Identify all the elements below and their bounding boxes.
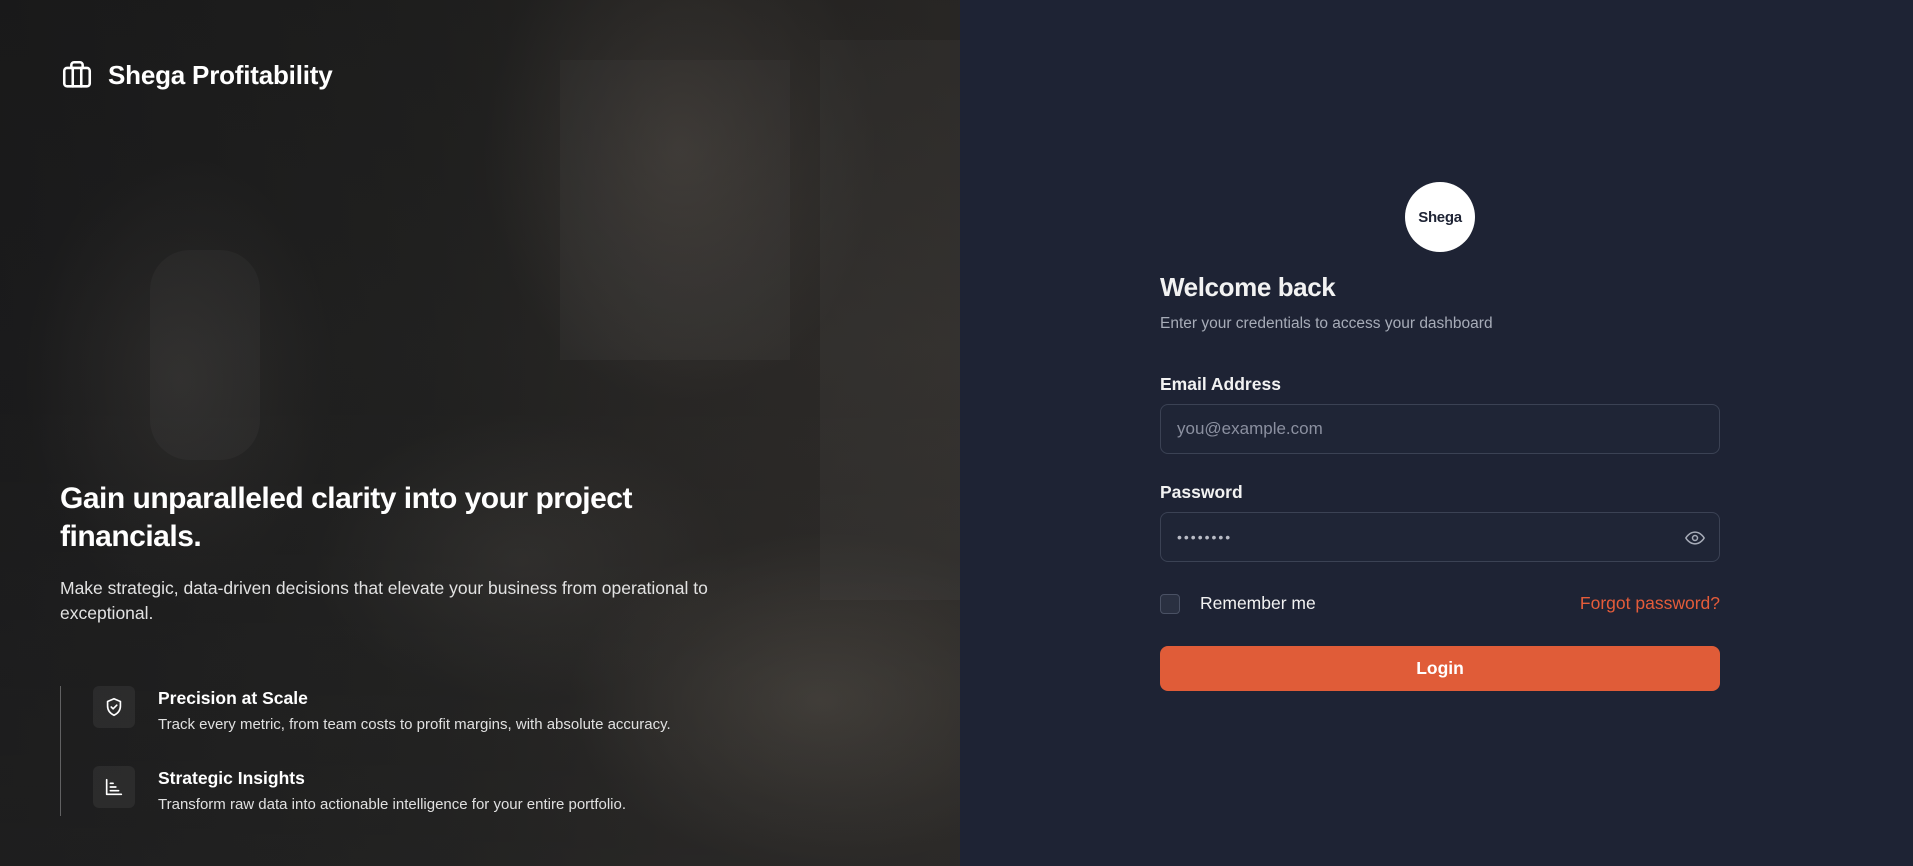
login-button[interactable]: Login xyxy=(1160,646,1720,691)
hero-subtitle: Make strategic, data-driven decisions th… xyxy=(60,578,708,623)
feature-icon-box xyxy=(93,686,135,728)
feature-title: Precision at Scale xyxy=(158,688,308,708)
logo-text: Shega xyxy=(1418,208,1462,226)
briefcase-icon xyxy=(62,60,92,88)
login-form: Welcome back Enter your credentials to a… xyxy=(1160,272,1720,691)
brand: Shega Profitability xyxy=(60,58,333,92)
email-placeholder: you@example.com xyxy=(1177,419,1323,438)
email-label: Email Address xyxy=(1160,374,1281,394)
feature-list: Precision at Scale Track every metric, f… xyxy=(60,686,671,816)
eye-icon[interactable] xyxy=(1685,528,1705,548)
feature-icon-box xyxy=(93,766,135,808)
bar-chart-icon xyxy=(105,778,123,796)
password-field[interactable]: •••••••• xyxy=(1160,512,1720,562)
feature-description: Track every metric, from team costs to p… xyxy=(158,716,671,733)
login-subtitle: Enter your credentials to access your da… xyxy=(1160,315,1493,332)
remember-checkbox[interactable] xyxy=(1160,594,1180,614)
forgot-password-link[interactable]: Forgot password? xyxy=(1580,593,1720,614)
feature-title: Strategic Insights xyxy=(158,768,305,788)
brand-name: Shega Profitability xyxy=(108,59,333,90)
hero-panel: Shega Profitability Gain unparalleled cl… xyxy=(0,0,960,866)
password-value: •••••••• xyxy=(1177,529,1233,545)
remember-row: Remember me Forgot password? xyxy=(1160,592,1720,616)
login-title: Welcome back xyxy=(1160,272,1336,302)
shield-check-icon xyxy=(106,697,122,717)
remember-label[interactable]: Remember me xyxy=(1200,593,1316,614)
password-label: Password xyxy=(1160,482,1243,502)
hero-overlay xyxy=(0,0,960,866)
logo: Shega xyxy=(1405,182,1475,252)
login-panel: Shega Welcome back Enter your credential… xyxy=(960,0,1913,866)
email-field[interactable]: you@example.com xyxy=(1160,404,1720,454)
hero-title: Gain unparalleled clarity into your proj… xyxy=(60,482,632,553)
feature-description: Transform raw data into actionable intel… xyxy=(158,796,627,813)
